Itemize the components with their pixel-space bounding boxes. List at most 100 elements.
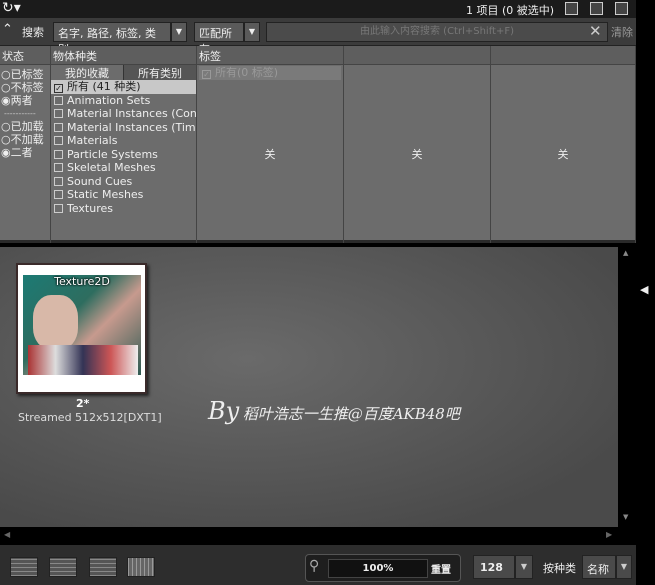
tab-favorites[interactable]: 我的收藏 <box>51 65 123 80</box>
off-label: 关 <box>411 148 423 161</box>
type-label: Animation Sets <box>67 93 151 107</box>
bottom-toolbar: ⚲ 100% 重置 128 ▼ 按种类 名称 ▼ <box>0 545 636 585</box>
vertical-scrollbar[interactable]: ▲ ▼ <box>618 247 636 527</box>
asset-name: 2* <box>76 397 90 410</box>
view-grid-icon[interactable] <box>127 557 155 577</box>
horizontal-scrollbar[interactable]: ◀ ▶ <box>0 527 636 545</box>
close-window-icon[interactable] <box>615 2 628 15</box>
tab-all-types[interactable]: 所有类别 <box>123 65 196 80</box>
type-label: Sound Cues <box>67 174 133 188</box>
checkbox-icon[interactable] <box>54 163 63 172</box>
type-item[interactable]: Particle Systems <box>51 148 196 162</box>
column-5: 关 <box>491 46 636 243</box>
radio-both-load[interactable]: ◉二者 <box>1 146 49 159</box>
chevron-down-icon[interactable]: ▼ <box>515 555 533 579</box>
chevron-down-icon[interactable]: ▼ <box>616 555 632 579</box>
view-split-icon[interactable] <box>49 557 77 577</box>
reset-zoom-button[interactable]: 重置 <box>431 561 451 576</box>
zoom-slider[interactable]: 100% <box>328 559 428 578</box>
radio-unloaded[interactable]: ○不加载 <box>1 133 49 146</box>
radio-loaded[interactable]: ○已加载 <box>1 120 49 133</box>
type-item[interactable]: Material Instances (Consta <box>51 107 196 121</box>
separator: ----------- <box>4 109 36 118</box>
checkbox-icon[interactable] <box>54 109 63 118</box>
column-4-header <box>344 46 490 65</box>
scroll-up-icon[interactable]: ▲ <box>623 249 628 257</box>
new-window-icon[interactable] <box>565 2 578 15</box>
type-item[interactable]: Static Meshes <box>51 188 196 202</box>
radio-tagged[interactable]: ○已标签 <box>1 68 49 81</box>
checkbox-checked-icon[interactable]: ✓ <box>202 70 211 79</box>
refresh-icon[interactable]: ↻▾ <box>2 0 21 16</box>
radio-label: 已标签 <box>10 68 44 81</box>
asset-thumbnail[interactable]: Texture2D <box>16 263 147 394</box>
type-label: Materials <box>67 134 118 147</box>
type-item[interactable]: Material Instances (Time V <box>51 121 196 135</box>
type-item[interactable]: Textures <box>51 202 196 216</box>
type-label: Particle Systems <box>67 147 158 161</box>
checkbox-icon[interactable] <box>54 95 63 105</box>
radio-both-tags[interactable]: ◉两者 <box>1 94 49 107</box>
type-label: Skeletal Meshes <box>67 161 156 174</box>
sort-select[interactable]: 名称 <box>582 555 616 579</box>
tag-item-all[interactable]: ✓ 所有(0 标签) <box>199 66 341 80</box>
view-list-icon[interactable] <box>10 557 38 577</box>
radio-label: 两者 <box>10 94 33 107</box>
view-grid-small-icon[interactable] <box>89 557 117 577</box>
column-4: 关 <box>344 46 491 243</box>
chevron-down-icon[interactable]: ▼ <box>244 22 260 42</box>
checkbox-icon[interactable] <box>54 190 63 199</box>
expand-panel-icon[interactable]: ◀ <box>640 283 648 296</box>
watermark-by: By <box>208 397 240 425</box>
scroll-right-icon[interactable]: ▶ <box>606 530 612 539</box>
type-item[interactable]: Materials <box>51 134 196 148</box>
checkbox-icon[interactable] <box>54 176 63 186</box>
status-header: 状态 <box>0 46 50 65</box>
checkbox-icon[interactable] <box>54 149 63 159</box>
type-item[interactable]: Sound Cues <box>51 175 196 189</box>
sort-label: 按种类 <box>543 562 576 575</box>
top-toolbar: ↻▾ 1 项目 (0 被选中) <box>0 0 636 18</box>
types-column: 物体种类 我的收藏 所有类别 ✓ 所有 (41 种类) Animation Set… <box>51 46 197 243</box>
type-item[interactable]: Animation Sets <box>51 94 196 108</box>
radio-untagged[interactable]: ○不标签 <box>1 81 49 94</box>
filter-panels: 状态 ○已标签 ○不标签 ◉两者 ----------- ○已加载 ○不加载 ◉… <box>0 46 636 243</box>
column-5-header <box>491 46 635 65</box>
type-item-all[interactable]: ✓ 所有 (41 种类) <box>51 80 196 94</box>
collapse-icon[interactable]: ⌃ <box>2 22 13 37</box>
asset-info: Streamed 512x512[DXT1] <box>18 411 162 424</box>
magnifier-icon: ⚲ <box>309 558 320 574</box>
scroll-left-icon[interactable]: ◀ <box>4 530 10 539</box>
asset-view: Texture2D 2* Streamed 512x512[DXT1] By 稻… <box>0 247 618 527</box>
search-label: 搜索 <box>22 26 44 39</box>
match-select[interactable]: 匹配所有 <box>194 22 244 56</box>
tags-off-label: 关 <box>264 148 276 161</box>
checkbox-icon[interactable] <box>54 203 63 213</box>
zoom-control: ⚲ 100% 重置 <box>305 554 461 582</box>
radio-label: 不标签 <box>10 81 44 94</box>
dock-window-icon[interactable] <box>590 2 603 15</box>
thumbnail-overlay-label: Texture2D <box>54 275 110 288</box>
type-label: Static Meshes <box>67 188 144 201</box>
texture-preview-image: Texture2D <box>23 275 141 375</box>
checkbox-icon[interactable] <box>54 122 63 132</box>
checkbox-checked-icon[interactable]: ✓ <box>54 84 63 93</box>
scroll-down-icon[interactable]: ▼ <box>623 513 628 521</box>
clear-x-icon[interactable]: ✕ <box>589 22 602 40</box>
tags-column: 标签 ✓ 所有(0 标签) 关 <box>197 46 344 243</box>
type-item[interactable]: Skeletal Meshes <box>51 161 196 175</box>
search-input[interactable]: 由此输入内容搜索 (Ctrl+Shift+F) <box>266 22 608 42</box>
chevron-down-icon[interactable]: ▼ <box>171 22 187 42</box>
tag-label: 所有(0 标签) <box>215 66 279 79</box>
radio-label: 已加载 <box>10 120 44 133</box>
search-bar: ⌃ 搜索 名字, 路径, 标签, 类别 ▼ 匹配所有 ▼ 由此输入内容搜索 (C… <box>0 18 636 56</box>
status-column: 状态 ○已标签 ○不标签 ◉两者 ----------- ○已加载 ○不加载 ◉… <box>0 46 51 243</box>
type-label: Material Instances (Time V <box>67 120 196 134</box>
checkbox-icon[interactable] <box>54 136 63 145</box>
search-fields-select[interactable]: 名字, 路径, 标签, 类别 <box>53 22 171 56</box>
off-label: 关 <box>557 148 569 161</box>
radio-label: 不加载 <box>10 133 44 146</box>
thumbnail-size-select[interactable]: 128 <box>473 555 515 579</box>
type-label: Textures <box>67 201 113 215</box>
clear-button[interactable]: 清除 <box>611 24 633 40</box>
